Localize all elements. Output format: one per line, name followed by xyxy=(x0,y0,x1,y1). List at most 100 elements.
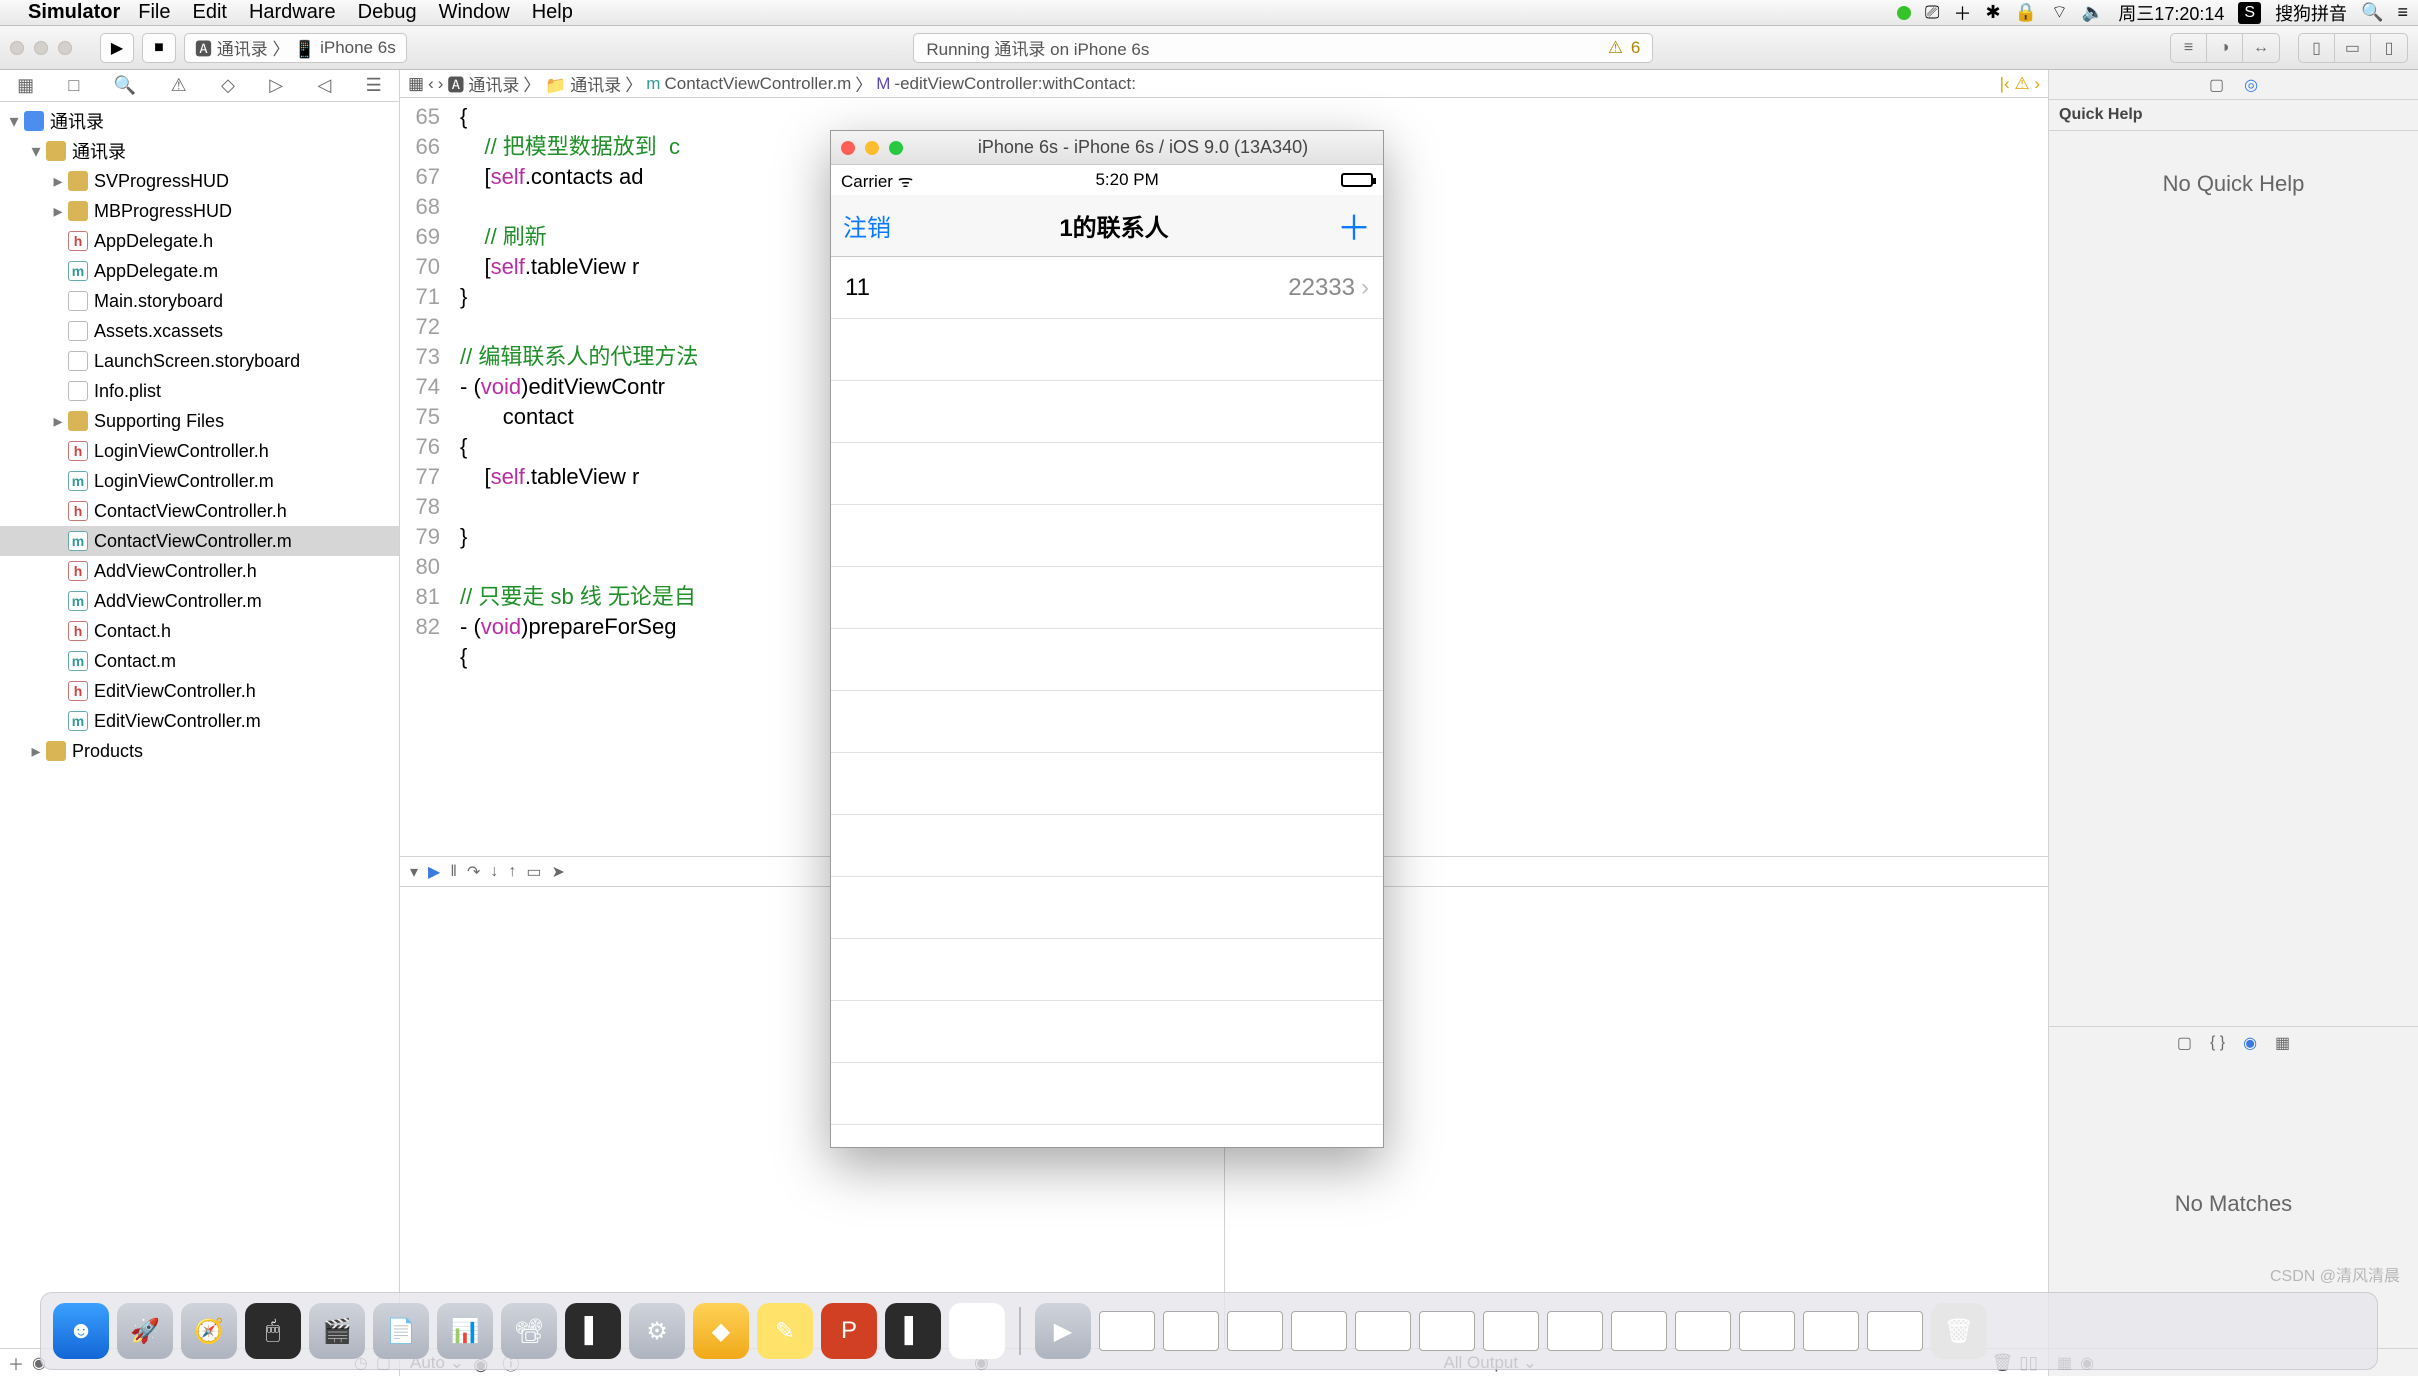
settings-icon[interactable]: ⚙ xyxy=(629,1303,685,1359)
panel-toggle-segment[interactable]: ▯ ▭ ▯ xyxy=(2298,33,2408,63)
object-lib-icon[interactable]: ◉ xyxy=(2243,1033,2257,1053)
minimized-window[interactable] xyxy=(1867,1311,1923,1351)
run-button[interactable]: ▶ xyxy=(100,33,134,63)
code-snippet-icon[interactable]: { } xyxy=(2210,1034,2225,1052)
symbol-nav-icon[interactable]: □ xyxy=(69,75,80,96)
console-icon[interactable]: ▌ xyxy=(885,1303,941,1359)
file-template-icon[interactable]: ▢ xyxy=(2177,1033,2192,1053)
step-out-icon[interactable]: ↑ xyxy=(508,863,516,881)
numbers-icon[interactable]: 📊 xyxy=(437,1303,493,1359)
minimized-window[interactable] xyxy=(1099,1311,1155,1351)
minimized-window[interactable] xyxy=(1419,1311,1475,1351)
media-app-icon[interactable]: ▶ xyxy=(1035,1303,1091,1359)
file-tree[interactable]: ▾通讯录▾通讯录▸SVProgressHUD▸MBProgressHUDhApp… xyxy=(0,102,399,1348)
spotlight-icon[interactable]: 🔍 xyxy=(2361,2,2383,23)
file-tree-item[interactable]: Main.storyboard xyxy=(0,286,399,316)
file-tree-item[interactable]: ▸SVProgressHUD xyxy=(0,166,399,196)
close-icon[interactable] xyxy=(841,141,855,155)
window-traffic-lights[interactable] xyxy=(10,41,72,55)
breakpoints-icon[interactable]: ▶ xyxy=(428,862,440,882)
minimized-window[interactable] xyxy=(1291,1311,1347,1351)
pause-icon[interactable]: ‖ xyxy=(450,863,457,881)
step-in-icon[interactable]: ↓ xyxy=(490,863,498,881)
file-tree-item[interactable]: hAddViewController.h xyxy=(0,556,399,586)
volume-icon[interactable]: 🔈 xyxy=(2082,2,2104,23)
navigator-tabs[interactable]: ▦ □ 🔍 ⚠ ◇ ▷ ◁ ☰ xyxy=(0,70,399,102)
status-green-dot-icon[interactable] xyxy=(1897,6,1911,20)
logout-button[interactable]: 注销 xyxy=(843,208,891,243)
minimized-window[interactable] xyxy=(1611,1311,1667,1351)
file-tree-item[interactable]: hLoginViewController.h xyxy=(0,436,399,466)
menu-window[interactable]: Window xyxy=(439,1,510,24)
warning-count[interactable]: ⚠ 6 xyxy=(1608,38,1640,58)
menu-file[interactable]: File xyxy=(138,1,170,24)
file-tree-item[interactable]: LaunchScreen.storyboard xyxy=(0,346,399,376)
location-icon[interactable]: ➤ xyxy=(551,862,564,882)
minimized-window[interactable] xyxy=(1227,1311,1283,1351)
minimized-window[interactable] xyxy=(1547,1311,1603,1351)
plus-icon[interactable]: ＋ xyxy=(1953,0,1971,26)
scheme-selector[interactable]: 🅰 通讯录 〉 📱 iPhone 6s xyxy=(184,33,407,63)
minimized-window[interactable] xyxy=(1675,1311,1731,1351)
file-tree-item[interactable]: ▸Supporting Files xyxy=(0,406,399,436)
warning-icon[interactable]: |‹ ⚠ › xyxy=(2000,74,2040,94)
toggle-utilities-icon[interactable]: ▯ xyxy=(2371,34,2407,62)
inspector-tabs[interactable]: ▢ ◎ xyxy=(2049,70,2418,100)
minimized-window[interactable] xyxy=(1803,1311,1859,1351)
contact-row[interactable]: 1122333› xyxy=(831,257,1383,319)
pages-icon[interactable]: 📄 xyxy=(373,1303,429,1359)
minimized-window[interactable] xyxy=(1163,1311,1219,1351)
hide-debug-icon[interactable]: ▾ xyxy=(410,862,418,882)
textedit-icon[interactable]: ✎ xyxy=(949,1303,1005,1359)
issue-nav-icon[interactable]: ⚠ xyxy=(171,75,187,96)
menu-edit[interactable]: Edit xyxy=(192,1,226,24)
launchpad-icon[interactable]: 🚀 xyxy=(117,1303,173,1359)
lock-icon[interactable]: 🔒 xyxy=(2015,2,2037,23)
file-tree-item[interactable]: hAppDelegate.h xyxy=(0,226,399,256)
app-name[interactable]: Simulator xyxy=(28,1,120,24)
keynote-icon[interactable]: 📽 xyxy=(501,1303,557,1359)
file-tree-item[interactable]: Info.plist xyxy=(0,376,399,406)
trash-icon[interactable]: 🗑 xyxy=(1931,1303,1987,1359)
file-tree-item[interactable]: mLoginViewController.m xyxy=(0,466,399,496)
step-over-icon[interactable]: ↷ xyxy=(467,862,480,882)
file-tree-item[interactable]: hContact.h xyxy=(0,616,399,646)
contacts-table[interactable]: 1122333› xyxy=(831,257,1383,1147)
mouse-icon[interactable]: 🖱 xyxy=(245,1303,301,1359)
add-icon[interactable]: ＋ xyxy=(8,1351,24,1375)
app-icon-red[interactable]: P xyxy=(821,1303,877,1359)
editor-mode-segment[interactable]: ≡ ◑ ↔ xyxy=(2170,33,2280,63)
standard-editor-icon[interactable]: ≡ xyxy=(2171,34,2207,62)
stop-button[interactable]: ■ xyxy=(142,33,176,63)
add-contact-button[interactable]: ＋ xyxy=(1337,201,1371,250)
file-tree-item[interactable]: mContact.m xyxy=(0,646,399,676)
project-nav-icon[interactable]: ▦ xyxy=(17,75,34,96)
debug-nav-icon[interactable]: ▷ xyxy=(269,75,283,96)
ime-badge[interactable]: S xyxy=(2238,2,2261,24)
macos-dock[interactable]: ☻ 🚀 🧭 🖱 🎬 📄 📊 📽 ▌ ⚙ ◆ ✎ P ▌ ✎ ▶ 🗑 xyxy=(40,1292,2378,1370)
simulator-titlebar[interactable]: iPhone 6s - iPhone 6s / iOS 9.0 (13A340) xyxy=(831,131,1383,165)
menu-hardware[interactable]: Hardware xyxy=(249,1,336,24)
minimized-window[interactable] xyxy=(1739,1311,1795,1351)
view-debug-icon[interactable]: ▭ xyxy=(526,862,541,882)
jump-bar[interactable]: ▦ ‹ › 🅰 通讯录 〉 📁 通讯录 〉 m ContactViewContr… xyxy=(400,70,2048,98)
toggle-navigator-icon[interactable]: ▯ xyxy=(2299,34,2335,62)
file-tree-item[interactable]: mEditViewController.m xyxy=(0,706,399,736)
library-tabs[interactable]: ▢ { } ◉ ▦ xyxy=(2049,1027,2418,1059)
assistant-editor-icon[interactable]: ◑ xyxy=(2207,34,2243,62)
file-tree-item[interactable]: ▾通讯录 xyxy=(0,106,399,136)
minimized-window[interactable] xyxy=(1483,1311,1539,1351)
version-editor-icon[interactable]: ↔ xyxy=(2243,34,2279,62)
file-tree-item[interactable]: mAppDelegate.m xyxy=(0,256,399,286)
menu-debug[interactable]: Debug xyxy=(358,1,417,24)
media-lib-icon[interactable]: ▦ xyxy=(2275,1033,2290,1053)
finder-icon[interactable]: ☻ xyxy=(53,1303,109,1359)
report-nav-icon[interactable]: ☰ xyxy=(366,75,382,96)
back-icon[interactable]: ‹ xyxy=(428,74,434,94)
minimized-window[interactable] xyxy=(1355,1311,1411,1351)
simulator-window[interactable]: iPhone 6s - iPhone 6s / iOS 9.0 (13A340)… xyxy=(830,130,1384,1148)
zoom-icon[interactable] xyxy=(889,141,903,155)
breakpoint-nav-icon[interactable]: ◁ xyxy=(317,75,331,96)
file-tree-item[interactable]: ▸Products xyxy=(0,736,399,766)
menu-help[interactable]: Help xyxy=(532,1,573,24)
